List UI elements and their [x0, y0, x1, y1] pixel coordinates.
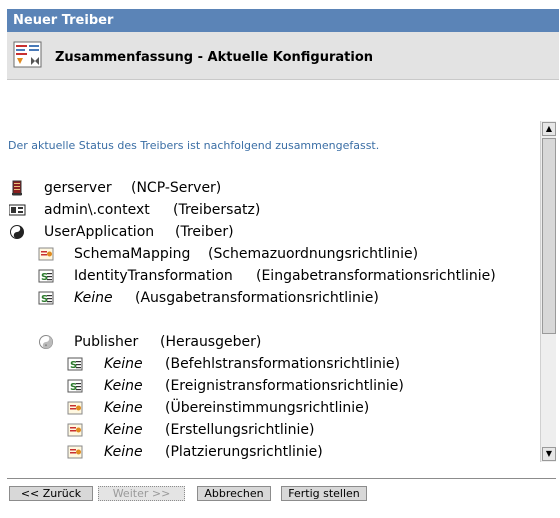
- scroll-down-arrow-icon[interactable]: ▼: [542, 447, 556, 461]
- tree-item-command-transformation: S Keine (Befehlstransformationsrichtlini…: [67, 354, 527, 374]
- tree-item-name: IdentityTransformation: [74, 268, 233, 284]
- tree-item-name: admin\.context: [44, 202, 150, 218]
- server-icon: [12, 180, 22, 196]
- stylesheet-icon: S: [67, 379, 83, 393]
- tree-item-name: Keine: [104, 378, 143, 394]
- intro-text: Der aktuelle Status des Treibers ist nac…: [8, 139, 380, 152]
- cancel-button[interactable]: Abbrechen: [197, 486, 271, 501]
- tree-item-type: (Treibersatz): [173, 202, 261, 218]
- tree-item-type: (Treiber): [175, 224, 234, 240]
- tree-item-name: Keine: [104, 422, 143, 438]
- tree-item-name: UserApplication: [44, 224, 155, 240]
- scroll-up-arrow-icon[interactable]: ▲: [542, 122, 556, 136]
- tree-item-type: (Ausgabetransformationsrichtlinie): [135, 290, 379, 306]
- tree-item-type: (Ereignistransformationsrichtlinie): [165, 378, 404, 394]
- tree-item-driverset: admin\.context (Treibersatz): [9, 200, 309, 220]
- back-button[interactable]: << Zurück: [9, 486, 93, 501]
- tree-item-type: (NCP-Server): [131, 180, 222, 196]
- tree-item-type: (Übereinstimmungsrichtlinie): [165, 400, 370, 416]
- policy-icon: [67, 423, 83, 437]
- stylesheet-icon: S: [38, 291, 54, 305]
- tree-item-type: (Befehlstransformationsrichtlinie): [165, 356, 400, 372]
- tree-item-schemamapping: SchemaMapping (Schemazuordnungsrichtlini…: [38, 244, 518, 264]
- tree-item-name: Keine: [104, 400, 143, 416]
- driver-icon: [10, 225, 24, 239]
- tree-item-placement-policy: Keine (Platzierungsrichtlinie): [67, 442, 527, 462]
- tree-item-name: Keine: [104, 444, 143, 460]
- policy-icon: [38, 247, 54, 261]
- tree-item-type: (Erstellungsrichtlinie): [165, 422, 315, 438]
- policy-icon: [67, 445, 83, 459]
- next-button[interactable]: Weiter >>: [98, 486, 185, 501]
- tree-item-type: (Eingabetransformationsrichtlinie): [256, 268, 496, 284]
- tree-item-type: (Platzierungsrichtlinie): [165, 444, 323, 460]
- stylesheet-icon: S: [67, 357, 83, 371]
- tree-item-matching-policy: Keine (Übereinstimmungsrichtlinie): [67, 398, 527, 418]
- finish-button[interactable]: Fertig stellen: [281, 486, 367, 501]
- tree-item-create-policy: Keine (Erstellungsrichtlinie): [67, 420, 527, 440]
- tree-item-type: (Herausgeber): [160, 334, 262, 350]
- summary-panel[interactable]: Der aktuelle Status des Treibers ist nac…: [7, 121, 540, 462]
- scrollbar-thumb[interactable]: [542, 138, 556, 334]
- tree-item-driver: UserApplication (Treiber): [9, 222, 309, 242]
- tree-item-name: gerserver: [44, 180, 112, 196]
- tree-item-event-transformation: S Keine (Ereignistransformationsrichtlin…: [67, 376, 527, 396]
- tree-item-name: Keine: [104, 356, 143, 372]
- policy-icon: [67, 401, 83, 415]
- window-title: Neuer Treiber: [7, 9, 559, 32]
- tree-item-server: gerserver (NCP-Server): [9, 178, 309, 198]
- driverset-icon: [9, 204, 26, 216]
- summary-config-icon: [13, 41, 42, 68]
- tree-item-type: (Schemazuordnungsrichtlinie): [208, 246, 419, 262]
- tree-item-name: Publisher: [74, 334, 139, 350]
- tree-item-output-transformation: S Keine (Ausgabetransformationsrichtlini…: [38, 288, 518, 308]
- stylesheet-icon: S: [38, 269, 54, 283]
- tree-item-name: SchemaMapping: [74, 246, 191, 262]
- tree-item-identitytransformation: S IdentityTransformation (Eingabetransfo…: [38, 266, 518, 286]
- page-title: Zusammenfassung - Aktuelle Konfiguration: [55, 50, 374, 65]
- vertical-scrollbar[interactable]: ▲ ▼: [540, 121, 556, 462]
- tree-item-publisher: Publisher (Herausgeber): [38, 332, 338, 352]
- publisher-icon: [39, 335, 53, 349]
- tree-item-name: Keine: [74, 290, 113, 306]
- footer-divider: [7, 478, 556, 479]
- page-header: Zusammenfassung - Aktuelle Konfiguration: [7, 32, 559, 80]
